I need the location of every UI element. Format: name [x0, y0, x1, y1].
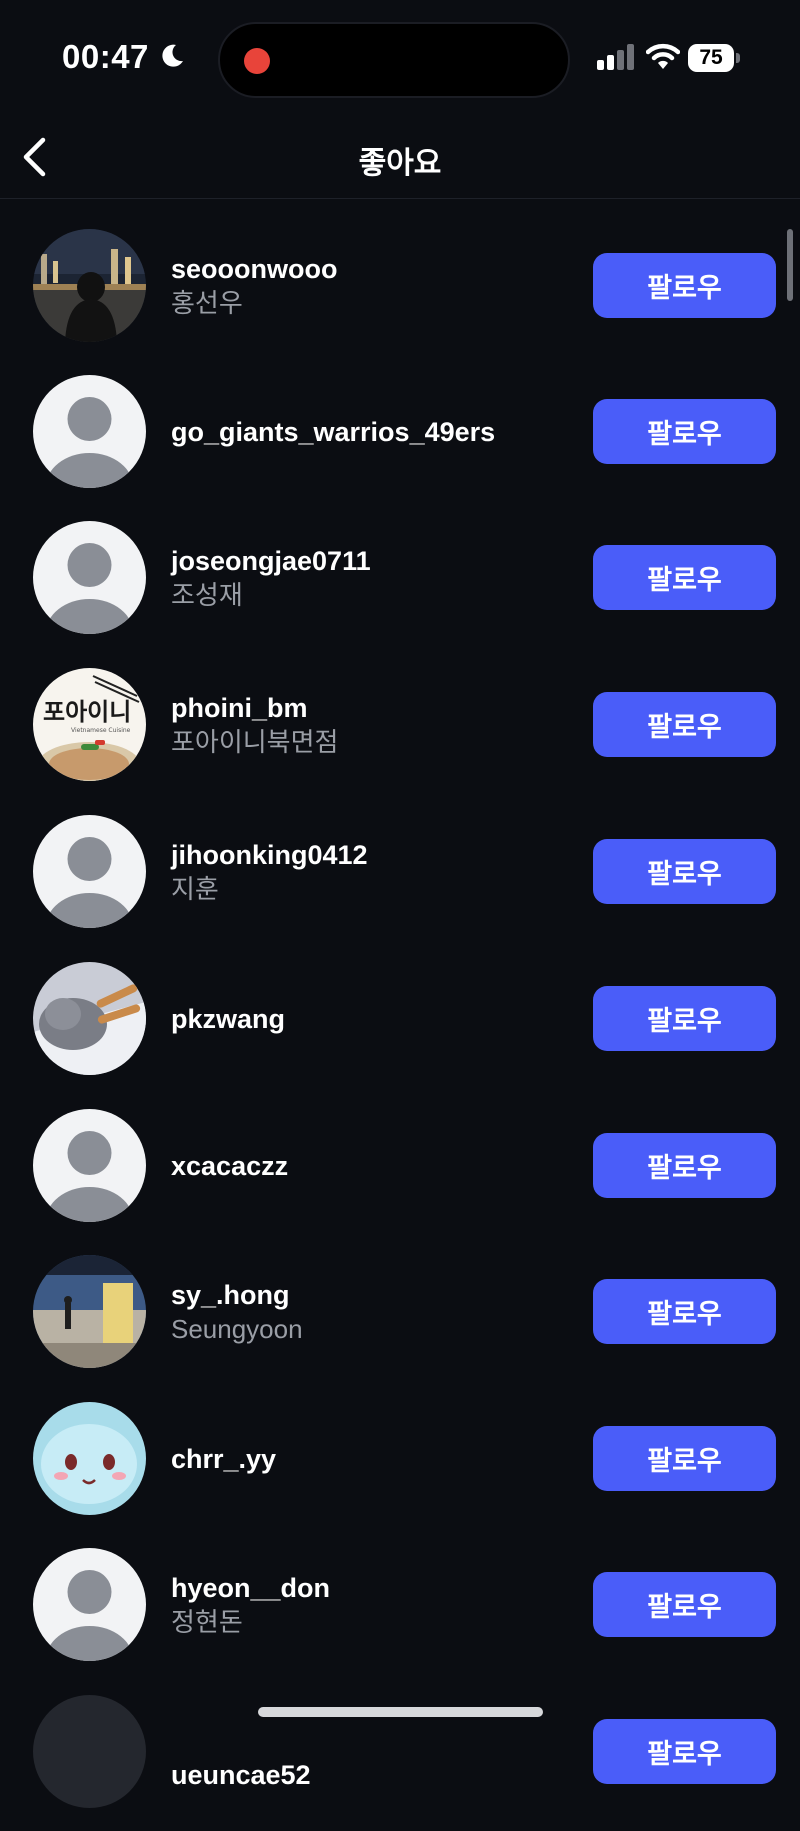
- logo-subtext: Vietnamese Cuisine: [71, 727, 131, 734]
- home-indicator[interactable]: [258, 1707, 543, 1717]
- username: chrr_.yy: [171, 1443, 277, 1474]
- user-names: sy_.hong Seungyoon: [171, 1255, 303, 1368]
- full-name: 조성재: [171, 579, 243, 610]
- list-item[interactable]: xcacaczz 팔로우: [0, 1080, 800, 1226]
- avatar[interactable]: [33, 962, 146, 1075]
- full-name: 홍선우: [171, 287, 243, 318]
- user-names: go_giants_warrios_49ers: [171, 375, 495, 488]
- default-avatar-icon[interactable]: [33, 1548, 146, 1661]
- follow-button[interactable]: 팔로우: [593, 1426, 776, 1491]
- list-item[interactable]: hyeon__don 정현돈 팔로우: [0, 1519, 800, 1665]
- follow-button[interactable]: 팔로우: [593, 253, 776, 318]
- follow-button[interactable]: 팔로우: [593, 986, 776, 1051]
- user-names: seooonwooo 홍선우: [171, 229, 337, 342]
- page-title: 좋아요: [358, 147, 442, 180]
- cellular-signal-icon: [597, 44, 634, 70]
- scrollbar[interactable]: [787, 229, 793, 301]
- username: hyeon__don: [171, 1572, 331, 1603]
- username: ueuncae52: [171, 1759, 311, 1790]
- user-names: joseongjae0711 조성재: [171, 521, 371, 634]
- username: xcacaczz: [171, 1150, 289, 1181]
- list-item[interactable]: seooonwooo 홍선우 팔로우: [0, 200, 800, 346]
- follow-button[interactable]: 팔로우: [593, 839, 776, 904]
- avatar[interactable]: 포아이니 Vietnamese Cuisine: [33, 668, 146, 781]
- username: sy_.hong: [171, 1279, 290, 1310]
- battery-icon: 75: [688, 44, 740, 74]
- follow-button[interactable]: 팔로우: [593, 545, 776, 610]
- battery-level: 75: [688, 44, 734, 72]
- list-item[interactable]: jihoonking0412 지훈 팔로우: [0, 786, 800, 932]
- user-names: hyeon__don 정현돈: [171, 1548, 330, 1661]
- default-avatar-icon[interactable]: [33, 1109, 146, 1222]
- follow-button[interactable]: 팔로우: [593, 692, 776, 757]
- dynamic-island: [218, 22, 570, 98]
- username: joseongjae0711: [171, 545, 371, 576]
- follow-button[interactable]: 팔로우: [593, 1572, 776, 1637]
- list-item[interactable]: chrr_.yy 팔로우: [0, 1373, 800, 1519]
- full-name: 포아이니북면점: [171, 726, 339, 757]
- user-names: chrr_.yy: [171, 1402, 276, 1515]
- status-bar: 00:47 75: [0, 0, 800, 120]
- list-item[interactable]: pkzwang 팔로우: [0, 933, 800, 1079]
- follow-button[interactable]: 팔로우: [593, 1279, 776, 1344]
- user-names: pkzwang: [171, 962, 285, 1075]
- username: pkzwang: [171, 1003, 286, 1034]
- list-item[interactable]: ueuncae52 팔로우: [0, 1666, 800, 1812]
- full-name: 지훈: [171, 873, 219, 904]
- user-names: phoini_bm 포아이니북면점: [171, 668, 338, 781]
- clock: 00:47: [62, 38, 149, 75]
- follow-button[interactable]: 팔로우: [593, 1719, 776, 1784]
- list-item[interactable]: joseongjae0711 조성재 팔로우: [0, 492, 800, 638]
- navigation-bar: 좋아요: [0, 120, 800, 199]
- avatar[interactable]: [33, 1402, 146, 1515]
- avatar[interactable]: [33, 1255, 146, 1368]
- list-item[interactable]: go_giants_warrios_49ers 팔로우: [0, 346, 800, 492]
- user-names: xcacaczz: [171, 1109, 288, 1222]
- full-name: Seungyoon: [171, 1313, 303, 1344]
- default-avatar-icon[interactable]: [33, 521, 146, 634]
- avatar[interactable]: [33, 1695, 146, 1808]
- username: seooonwooo: [171, 253, 338, 284]
- follow-button[interactable]: 팔로우: [593, 399, 776, 464]
- username: phoini_bm: [171, 692, 308, 723]
- default-avatar-icon[interactable]: [33, 375, 146, 488]
- username: jihoonking0412: [171, 839, 368, 870]
- list-item[interactable]: sy_.hong Seungyoon 팔로우: [0, 1226, 800, 1372]
- avatar[interactable]: [33, 229, 146, 342]
- username: go_giants_warrios_49ers: [171, 416, 496, 447]
- full-name: 정현돈: [171, 1606, 243, 1637]
- recording-dot-icon: [244, 48, 270, 74]
- moon-icon: [162, 44, 183, 67]
- logo-text: 포아이니: [43, 697, 131, 726]
- user-names: jihoonking0412 지훈: [171, 815, 368, 928]
- default-avatar-icon[interactable]: [33, 815, 146, 928]
- wifi-icon: [646, 43, 680, 69]
- list-item[interactable]: 포아이니 Vietnamese Cuisine phoini_bm 포아이니북면…: [0, 639, 800, 785]
- follow-button[interactable]: 팔로우: [593, 1133, 776, 1198]
